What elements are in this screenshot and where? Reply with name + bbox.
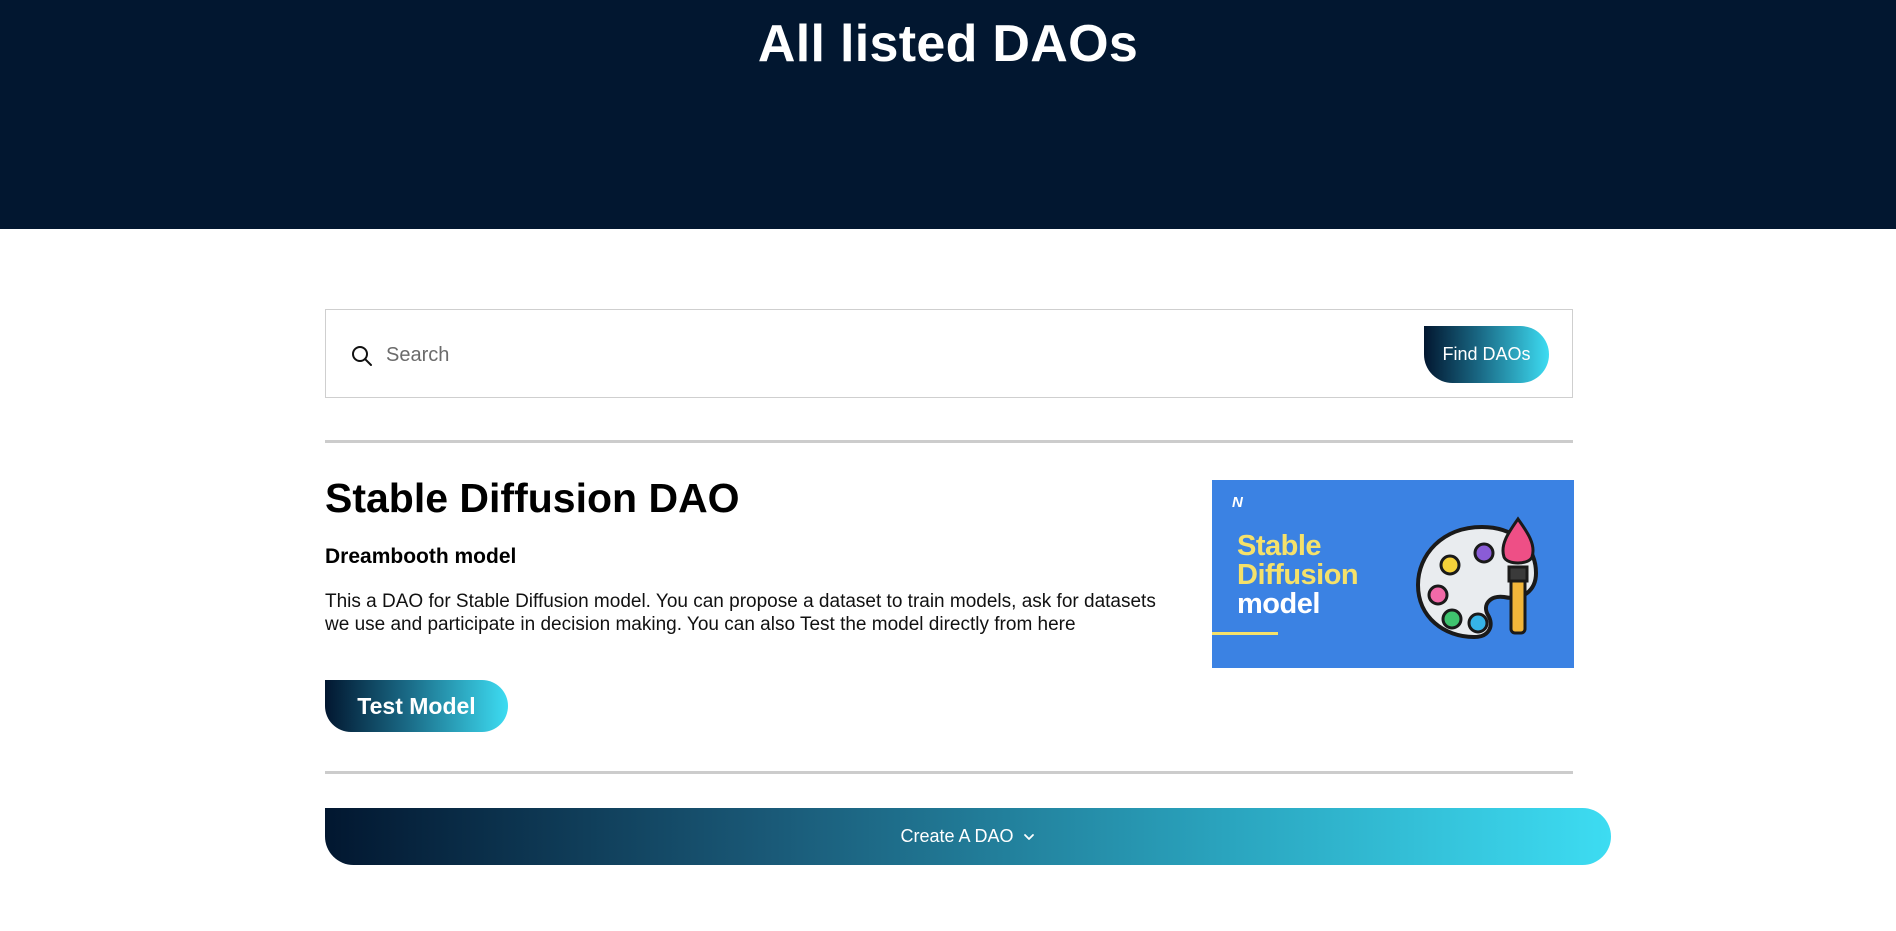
dao-subtitle: Dreambooth model (325, 545, 517, 568)
thumbnail-text: Stable Diffusion model (1237, 530, 1359, 620)
bottom-divider (325, 771, 1573, 774)
search-bar: Find DAOs (325, 309, 1573, 398)
page-title: All listed DAOs (757, 15, 1139, 73)
top-divider (325, 440, 1573, 443)
search-input[interactable] (384, 334, 1388, 376)
chevron-down-icon (1023, 833, 1034, 840)
dao-title: Stable Diffusion DAO (325, 475, 740, 521)
dao-thumbnail-image: N Stable Diffusion model (1212, 480, 1574, 668)
search-icon (350, 344, 374, 368)
brand-logo: N (1232, 494, 1243, 511)
thumbnail-line-1: Stable (1237, 530, 1322, 562)
create-dao-label: Create A DAO (900, 826, 1014, 846)
find-daos-button[interactable]: Find DAOs (1424, 326, 1549, 383)
test-model-button[interactable]: Test Model (325, 680, 508, 732)
dao-description: This a DAO for Stable Diffusion model. Y… (325, 591, 1156, 635)
page-header: All listed DAOs (0, 0, 1896, 229)
create-dao-button[interactable]: Create A DAO (325, 808, 1611, 865)
thumbnail-line-3: model (1237, 588, 1320, 620)
thumbnail-line-2: Diffusion (1237, 559, 1359, 591)
paint-palette-icon (1415, 516, 1539, 640)
thumbnail-underline (1212, 632, 1278, 635)
